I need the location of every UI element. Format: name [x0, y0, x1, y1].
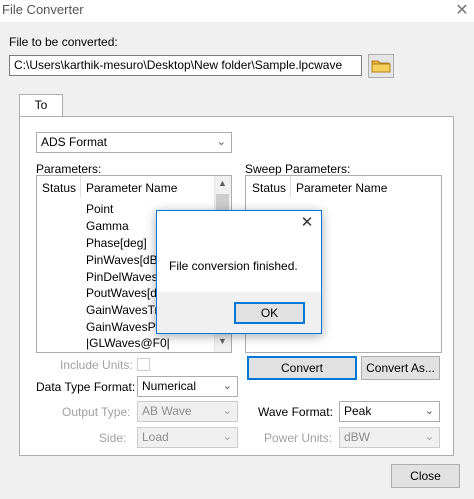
- side-label: Side:: [99, 431, 127, 445]
- close-button[interactable]: Close: [391, 464, 460, 488]
- list-item[interactable]: Point: [86, 202, 113, 216]
- window-close-icon[interactable]: ✕: [452, 0, 472, 22]
- output-type-value: AB Wave: [142, 404, 192, 418]
- chevron-down-icon: ⌄: [222, 380, 232, 392]
- convert-button[interactable]: Convert: [247, 356, 357, 380]
- window-title: File Converter: [2, 2, 84, 17]
- param-col-name: Parameter Name: [86, 181, 178, 195]
- format-select-value: ADS Format: [41, 135, 108, 149]
- side-select[interactable]: Load ⌄: [137, 427, 238, 448]
- wave-format-value: Peak: [344, 404, 372, 418]
- data-type-value: Numerical: [142, 379, 197, 393]
- file-label: File to be converted:: [9, 35, 118, 49]
- format-select[interactable]: ADS Format ⌄: [36, 132, 232, 153]
- sweep-parameters-label: Sweep Parameters:: [245, 162, 351, 176]
- param-col-status: Status: [42, 181, 77, 195]
- chevron-down-icon: ⌄: [424, 431, 434, 443]
- ok-button[interactable]: OK: [234, 302, 305, 324]
- column-divider: [80, 176, 81, 198]
- include-units-checkbox[interactable]: [137, 358, 150, 371]
- tab-to-mdif[interactable]: To MDIF: [19, 94, 63, 132]
- output-type-select[interactable]: AB Wave ⌄: [137, 401, 238, 422]
- power-units-label: Power Units:: [264, 431, 333, 445]
- wave-format-label: Wave Format:: [258, 405, 333, 419]
- folder-icon: [371, 60, 391, 73]
- browse-button[interactable]: [368, 54, 394, 78]
- file-path-field[interactable]: C:\Users\karthik-mesuro\Desktop\New fold…: [9, 55, 362, 76]
- dialog-message: File conversion finished.: [169, 259, 298, 273]
- list-item[interactable]: Gamma: [86, 219, 129, 233]
- data-type-select[interactable]: Numerical ⌄: [137, 376, 238, 397]
- sweep-col-status: Status: [252, 181, 287, 195]
- include-units-label: Include Units:: [60, 358, 133, 372]
- column-divider: [290, 176, 291, 198]
- scroll-down-icon[interactable]: ▼: [214, 336, 231, 350]
- chevron-down-icon: ⌄: [222, 431, 232, 443]
- list-item[interactable]: |GLWaves@F0|: [86, 336, 170, 350]
- dialog-close-icon[interactable]: ✕: [297, 213, 317, 233]
- side-value: Load: [142, 430, 169, 444]
- chevron-down-icon: ⌄: [216, 136, 226, 148]
- data-type-label: Data Type Format:: [36, 380, 136, 394]
- convert-as-button[interactable]: Convert As...: [361, 356, 440, 380]
- chevron-down-icon: ⌄: [424, 405, 434, 417]
- output-type-label: Output Type:: [62, 405, 131, 419]
- power-units-value: dBW: [344, 430, 371, 444]
- list-item[interactable]: Phase[deg]: [86, 236, 147, 250]
- chevron-down-icon: ⌄: [222, 405, 232, 417]
- wave-format-select[interactable]: Peak ⌄: [339, 401, 440, 422]
- sweep-col-name: Parameter Name: [296, 181, 388, 195]
- scroll-up-icon[interactable]: ▲: [214, 178, 231, 192]
- parameters-label: Parameters:: [36, 162, 102, 176]
- power-units-select[interactable]: dBW ⌄: [339, 427, 440, 448]
